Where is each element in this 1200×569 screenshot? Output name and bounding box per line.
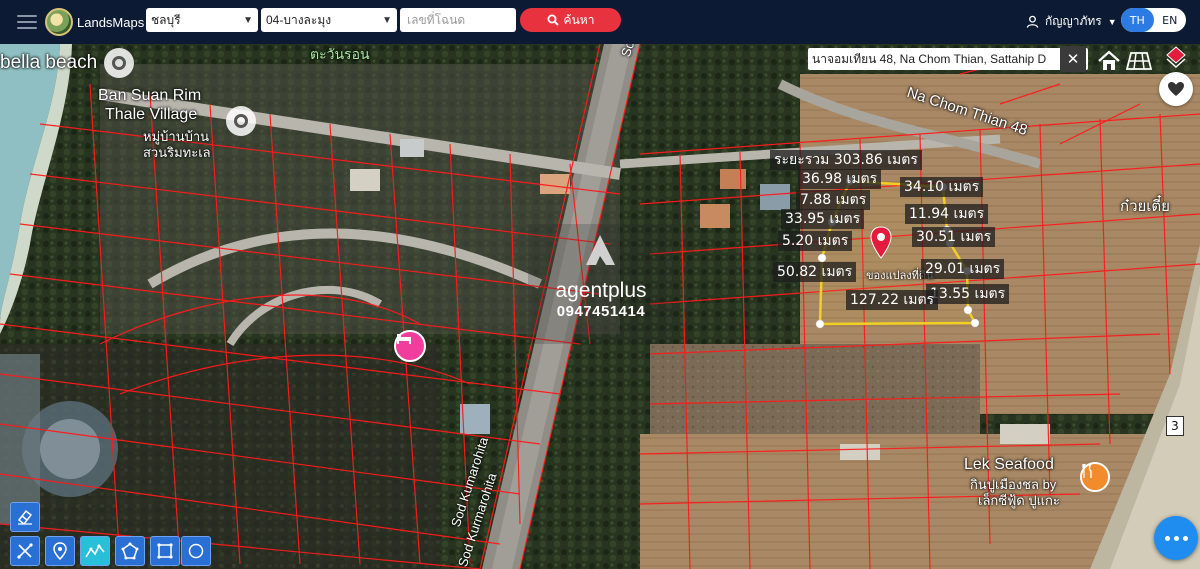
- watermark-brand: agentplus: [555, 279, 647, 302]
- circle-tool-button[interactable]: [181, 536, 211, 566]
- measure-label: 11.94 เมตร: [905, 204, 989, 224]
- chevron-down-icon: ▼: [1107, 16, 1117, 27]
- more-icon-dot: [1173, 535, 1179, 541]
- hotel-poi-icon[interactable]: [394, 330, 426, 362]
- place-thale-village: Thale Village: [105, 106, 198, 123]
- fork-knife-icon: [1082, 464, 1092, 478]
- province-select[interactable]: ชลบุรี ▼: [146, 8, 258, 32]
- watermark-phone: 0947451414: [556, 303, 646, 320]
- measure-label: 30.51 เมตร: [912, 227, 996, 247]
- place-bella-beach: bella beach: [0, 52, 98, 73]
- location-tool-button[interactable]: [45, 536, 75, 566]
- app-brand: LandsMaps: [77, 14, 145, 30]
- eraser-button[interactable]: [10, 502, 40, 532]
- search-icon: [547, 14, 559, 26]
- place-lek-seafood-thai-2: เล็กซีฟู้ด ปูแกะ: [978, 493, 1060, 508]
- measure-label: 127.22 เมตร: [846, 290, 939, 310]
- chevron-down-icon: ▼: [382, 14, 392, 26]
- rectangle-icon: [157, 543, 173, 559]
- grid-layer-icon[interactable]: [1126, 50, 1152, 72]
- lang-en-button[interactable]: EN: [1154, 8, 1187, 32]
- ruler-icon: [17, 543, 33, 559]
- measure-tool-button[interactable]: [10, 536, 40, 566]
- bed-icon: [397, 334, 411, 344]
- deed-number-input[interactable]: [400, 8, 516, 32]
- polygon-tool-button[interactable]: [115, 536, 145, 566]
- polyline-icon: [85, 544, 105, 558]
- place-tawan-ron: ตะวันรอน: [310, 46, 370, 62]
- circle-icon: [188, 543, 204, 559]
- language-toggle: TH EN: [1121, 8, 1186, 32]
- rectangle-tool-button[interactable]: [150, 536, 180, 566]
- polygon-icon: [121, 542, 139, 560]
- measure-label: 13.55 เมตร: [926, 284, 1010, 304]
- location-icon: [53, 542, 67, 560]
- place-ban-suan-rim: Ban Suan Rim: [98, 87, 202, 104]
- chevron-down-icon: ▼: [243, 14, 253, 26]
- measure-label: 5.20 เมตร: [778, 231, 853, 251]
- measure-label: 33.95 เมตร: [781, 209, 865, 229]
- place-village-thai-2: สวนริมทะเล: [143, 145, 211, 160]
- province-value: ชลบุรี: [151, 12, 181, 27]
- place-kuay-tiew: ก๋วยเตี๋ย: [1120, 198, 1170, 215]
- place-lek-seafood: Lek Seafood: [964, 456, 1054, 473]
- user-menu[interactable]: กัญญาภัทร ▼: [1026, 12, 1117, 31]
- search-button-label: ค้นหา: [563, 12, 595, 27]
- app: LandsMaps ชลบุรี ▼ 04-บางละมุง ▼ ค้นหา ก…: [0, 0, 1200, 569]
- measure-label: 29.01 เมตร: [921, 259, 1005, 279]
- agentplus-watermark: agentplus 0947451414: [545, 279, 657, 320]
- measure-label: 36.98 เมตร: [798, 169, 882, 189]
- user-icon: [1026, 15, 1039, 28]
- eraser-icon: [17, 509, 33, 526]
- district-value: 04-บางละมุง: [266, 12, 332, 27]
- lang-th-button[interactable]: TH: [1121, 8, 1154, 32]
- measure-label: 7.88 เมตร: [796, 190, 871, 210]
- district-select[interactable]: 04-บางละมุง ▼: [261, 8, 397, 32]
- more-button[interactable]: [1154, 516, 1198, 560]
- user-name: กัญญาภัทร: [1045, 14, 1102, 28]
- favorite-button[interactable]: [1159, 72, 1193, 106]
- measure-label: 34.10 เมตร: [900, 177, 984, 197]
- measure-label: 50.82 เมตร: [773, 262, 857, 282]
- map-canvas[interactable]: bella beach Ban Suan Rim Thale Village ห…: [0, 0, 1200, 569]
- map-pin-icon[interactable]: [870, 226, 892, 260]
- home-icon[interactable]: [1097, 50, 1121, 72]
- layers-pin-icon[interactable]: [1166, 46, 1186, 70]
- close-icon[interactable]: ✕: [1060, 46, 1086, 72]
- address-bar: นาจอมเทียน 48, Na Chom Thian, Sattahip D: [808, 48, 1088, 70]
- hamburger-icon[interactable]: [17, 15, 37, 29]
- polyline-tool-button[interactable]: [80, 536, 110, 566]
- search-button[interactable]: ค้นหา: [520, 8, 621, 32]
- more-icon-dot: [1182, 535, 1188, 541]
- address-text: นาจอมเทียน 48, Na Chom Thian, Sattahip D: [812, 51, 1047, 66]
- heart-icon: [1168, 82, 1184, 96]
- app-logo[interactable]: [45, 8, 73, 36]
- beach-poi-icon[interactable]: [104, 48, 134, 78]
- top-bar: LandsMaps ชลบุรี ▼ 04-บางละมุง ▼ ค้นหา ก…: [0, 0, 1200, 44]
- more-icon: [1164, 535, 1170, 541]
- restaurant-poi-icon[interactable]: [1080, 462, 1110, 492]
- measure-total: ระยะรวม 303.86 เมตร: [770, 150, 922, 170]
- highway-shield: 3: [1166, 416, 1184, 436]
- village-poi-icon[interactable]: [226, 106, 256, 136]
